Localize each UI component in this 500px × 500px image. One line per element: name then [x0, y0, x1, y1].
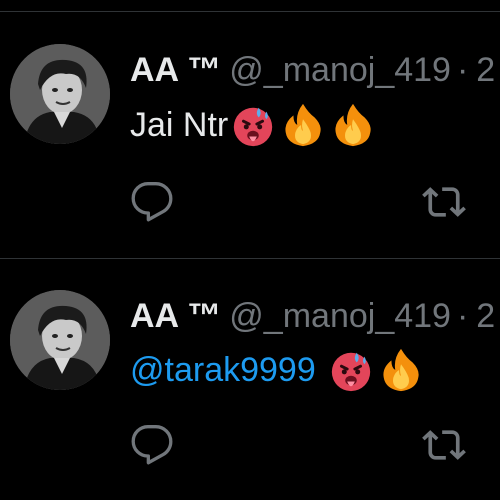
avatar[interactable] — [10, 290, 110, 390]
tweet-header: AA ™ @_manoj_419 · 2 — [130, 296, 495, 336]
tweet-text: Jai Ntr — [130, 102, 376, 148]
timeline-feed: AA ™ @_manoj_419 · 2 Jai Ntr AA ™ @_manoj_41… — [0, 0, 500, 500]
hot-face-emoji — [328, 347, 374, 393]
separator-dot: · — [456, 51, 469, 89]
tweet-timestamp[interactable]: 2 — [476, 51, 495, 89]
display-name[interactable]: AA ™ — [130, 51, 221, 89]
reply-icon[interactable] — [130, 423, 174, 467]
display-name[interactable]: AA ™ — [130, 297, 221, 335]
tweet-card[interactable]: AA ™ @_manoj_419 · 2 Jai Ntr — [0, 12, 500, 258]
retweet-icon[interactable] — [422, 180, 466, 224]
user-handle[interactable]: @_manoj_419 — [229, 51, 451, 89]
avatar[interactable] — [10, 44, 110, 144]
separator-dot: · — [456, 297, 469, 335]
tweet-card[interactable]: AA ™ @_manoj_419 · 2 @tarak9999 — [0, 259, 500, 500]
reply-icon[interactable] — [130, 180, 174, 224]
tweet-header: AA ™ @_manoj_419 · 2 — [130, 50, 495, 90]
hot-face-emoji — [230, 102, 276, 148]
user-handle[interactable]: @_manoj_419 — [229, 297, 451, 335]
fire-emoji — [330, 102, 376, 148]
retweet-icon[interactable] — [422, 423, 466, 467]
tweet-text-content: Jai Ntr — [130, 106, 229, 144]
mention-link[interactable]: @tarak9999 — [130, 348, 316, 392]
fire-emoji — [378, 347, 424, 393]
fire-emoji — [280, 102, 326, 148]
tweet-text: @tarak9999 — [130, 347, 424, 393]
tweet-timestamp[interactable]: 2 — [476, 297, 495, 335]
